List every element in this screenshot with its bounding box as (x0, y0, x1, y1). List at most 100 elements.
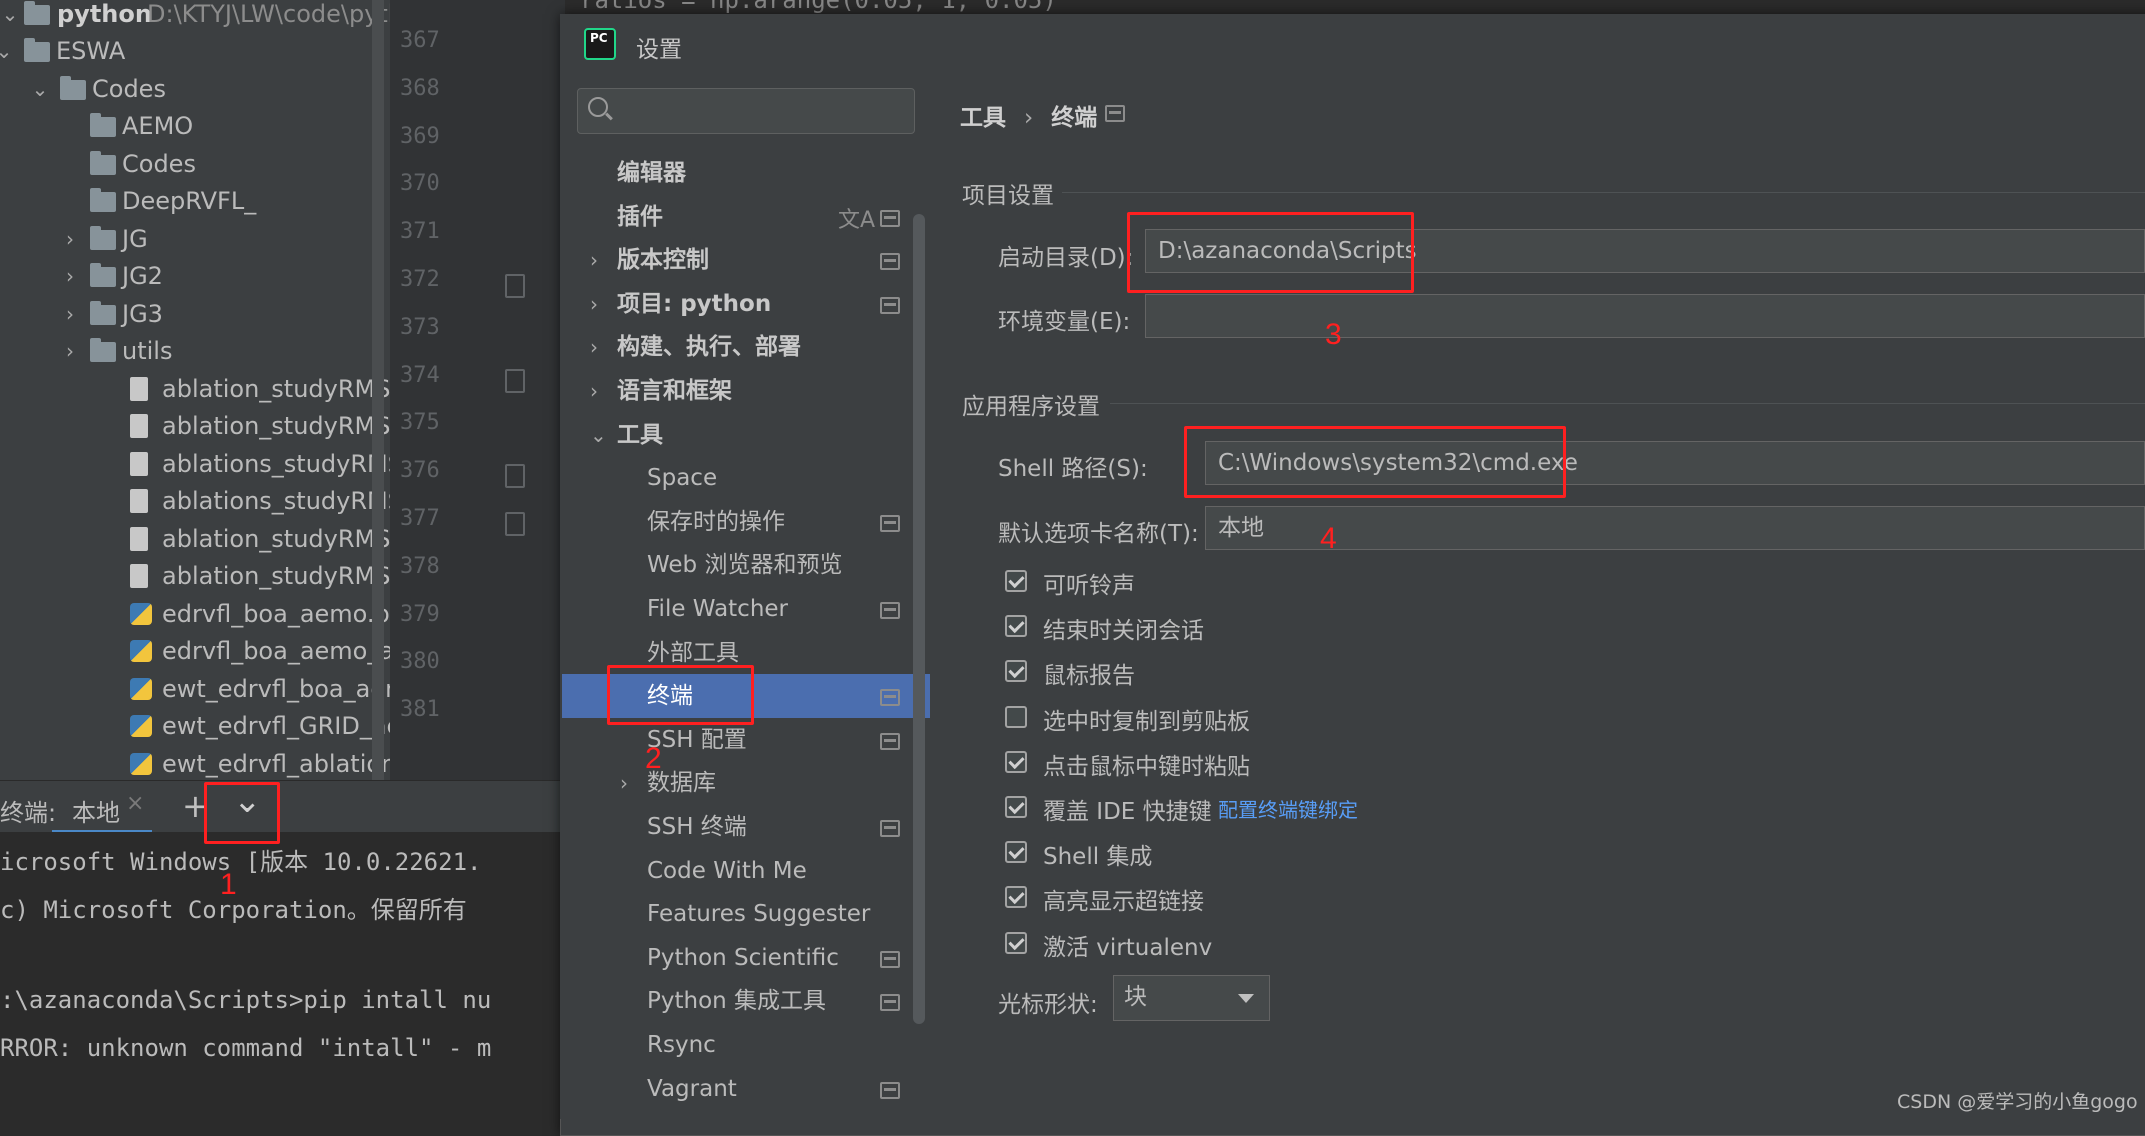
checkbox-label[interactable]: 高亮显示超链接 (1043, 882, 1204, 916)
project-scope-icon (1105, 105, 1125, 122)
breadcrumb-current: 终端 (1051, 105, 1098, 131)
file-icon (130, 414, 148, 438)
chevron-right-icon[interactable]: › (60, 258, 80, 295)
file-icon (130, 489, 148, 513)
line-number: 367 (400, 28, 440, 53)
checkbox[interactable] (1005, 841, 1027, 864)
tree-item-label: ablation_studyRMSE.jp (162, 412, 390, 440)
tree-item-label: Codes (122, 149, 196, 178)
fold-icon[interactable] (505, 274, 525, 298)
nav-item[interactable]: 插件 (617, 195, 663, 239)
chevron-down-icon[interactable]: ⌄ (590, 413, 607, 457)
nav-item[interactable]: 编辑器 (617, 151, 686, 195)
folder-icon (24, 1, 50, 25)
nav-item[interactable]: Vagrant (647, 1067, 737, 1111)
breadcrumb-separator: › (1024, 105, 1034, 131)
cursor-shape-select[interactable]: 块 (1113, 975, 1270, 1021)
nav-item[interactable]: 语言和框架 (617, 369, 732, 413)
file-icon (130, 451, 148, 476)
nav-item[interactable]: 项目: python (617, 282, 771, 326)
fold-icon[interactable] (505, 512, 525, 536)
chevron-down-icon[interactable]: ⌄ (0, 33, 14, 70)
env-vars-field[interactable] (1145, 294, 2145, 338)
terminal-toolbar: 终端: 本地 × + ⌄ (0, 780, 565, 833)
configure-keybindings-link[interactable]: 配置终端键绑定 (1218, 794, 1358, 823)
project-scope-icon (880, 994, 900, 1012)
chevron-right-icon[interactable]: › (60, 296, 80, 333)
checkbox-label[interactable]: 选中时复制到剪贴板 (1043, 702, 1250, 736)
checkbox-label[interactable]: 鼠标报告 (1043, 656, 1135, 690)
cursor-shape-label: 光标形状: (998, 992, 1098, 1018)
nav-scrollbar[interactable] (913, 214, 925, 1024)
nav-item[interactable]: Features Suggester (647, 892, 870, 936)
nav-item[interactable]: 工具 (617, 413, 663, 457)
checkbox[interactable] (1005, 796, 1027, 818)
breadcrumb-parent[interactable]: 工具 (960, 105, 1006, 131)
tab-name-field[interactable]: 本地 (1205, 506, 2145, 550)
close-icon[interactable]: × (126, 791, 144, 816)
nav-item[interactable]: Python 集成工具 (647, 979, 826, 1023)
nav-item[interactable]: Space (647, 456, 717, 500)
tree-item-label: ewt_edrvfl_boa_aemo (162, 674, 390, 703)
checkbox[interactable] (1005, 660, 1027, 683)
env-vars-label: 环境变量(E): (998, 309, 1131, 335)
fold-icon[interactable] (505, 464, 525, 488)
nav-item[interactable]: Code With Me (647, 849, 807, 893)
line-number: 372 (400, 267, 440, 292)
chevron-right-icon[interactable]: › (60, 221, 80, 258)
chevron-right-icon[interactable]: › (620, 761, 628, 805)
checkbox[interactable] (1005, 705, 1027, 728)
checkbox[interactable] (1005, 750, 1027, 773)
nav-item[interactable]: Rsync (647, 1023, 716, 1067)
tree-item-label: ESWA (56, 37, 126, 65)
checkbox-label[interactable]: 可听铃声 (1043, 566, 1135, 600)
checkbox-label[interactable]: 结束时关闭会话 (1043, 611, 1204, 645)
terminal-line: RROR: unknown command "intall" - m (0, 1034, 492, 1062)
tree-scrollbar[interactable] (372, 0, 384, 780)
line-number: 377 (400, 506, 440, 531)
nav-item[interactable]: 版本控制 (617, 238, 709, 282)
line-number: 368 (400, 75, 440, 101)
nav-item[interactable]: Web 浏览器和预览 (647, 543, 842, 587)
project-scope-icon (880, 209, 900, 227)
project-scope-icon (880, 602, 900, 619)
nav-item[interactable]: 保存时的操作 (647, 500, 785, 544)
chevron-right-icon[interactable]: › (590, 282, 598, 326)
python-file-icon (130, 715, 152, 737)
checkbox-label[interactable]: 点击鼠标中键时粘贴 (1043, 747, 1250, 781)
dialog-titlebar[interactable]: PC 设置 (560, 14, 2145, 77)
checkbox[interactable] (1005, 886, 1027, 909)
checkbox[interactable] (1005, 615, 1027, 638)
terminal-tab-local[interactable]: 本地 × (52, 781, 152, 833)
search-input[interactable] (577, 88, 915, 134)
checkbox-label[interactable]: 覆盖 IDE 快捷键 (1043, 792, 1212, 826)
project-scope-icon (880, 950, 900, 968)
line-number: 369 (400, 123, 440, 149)
code-line-top: ratios = np.arange(0.05, 1, 0.05) (580, 0, 1057, 14)
watermark: CSDN @爱学习的小鱼gogo (1897, 1091, 2138, 1113)
start-dir-label: 启动目录(D): (998, 245, 1134, 271)
chevron-right-icon[interactable]: › (590, 238, 598, 282)
terminal-label: 终端: (0, 799, 57, 827)
project-scope-icon (880, 1081, 900, 1099)
python-file-icon (130, 640, 152, 662)
checkbox[interactable] (1005, 570, 1027, 592)
fold-icon[interactable] (505, 369, 525, 393)
annotation-box-2 (607, 665, 754, 725)
checkbox-label[interactable]: 激活 virtualenv (1043, 928, 1212, 962)
chevron-down-icon: ⌄ (1, 2, 19, 26)
chevron-right-icon[interactable]: › (60, 333, 80, 370)
chevron-right-icon[interactable]: › (590, 369, 598, 413)
checkbox[interactable] (1005, 931, 1027, 954)
chevron-right-icon[interactable]: › (590, 325, 598, 369)
nav-item[interactable]: 构建、执行、部署 (617, 325, 801, 369)
nav-item[interactable]: SSH 终端 (647, 805, 747, 849)
nav-item[interactable]: Python Scientific (647, 936, 839, 980)
tree-item-label: Codes (92, 74, 166, 103)
checkbox-label[interactable]: Shell 集成 (1043, 837, 1152, 871)
chevron-down-icon[interactable]: ⌄ (30, 71, 50, 108)
terminal-line: :\azanaconda\Scripts>pip intall nu (0, 986, 492, 1014)
tree-item-label: AEMO (122, 112, 194, 140)
divider (1110, 403, 2145, 404)
nav-item[interactable]: File Watcher (647, 587, 788, 631)
